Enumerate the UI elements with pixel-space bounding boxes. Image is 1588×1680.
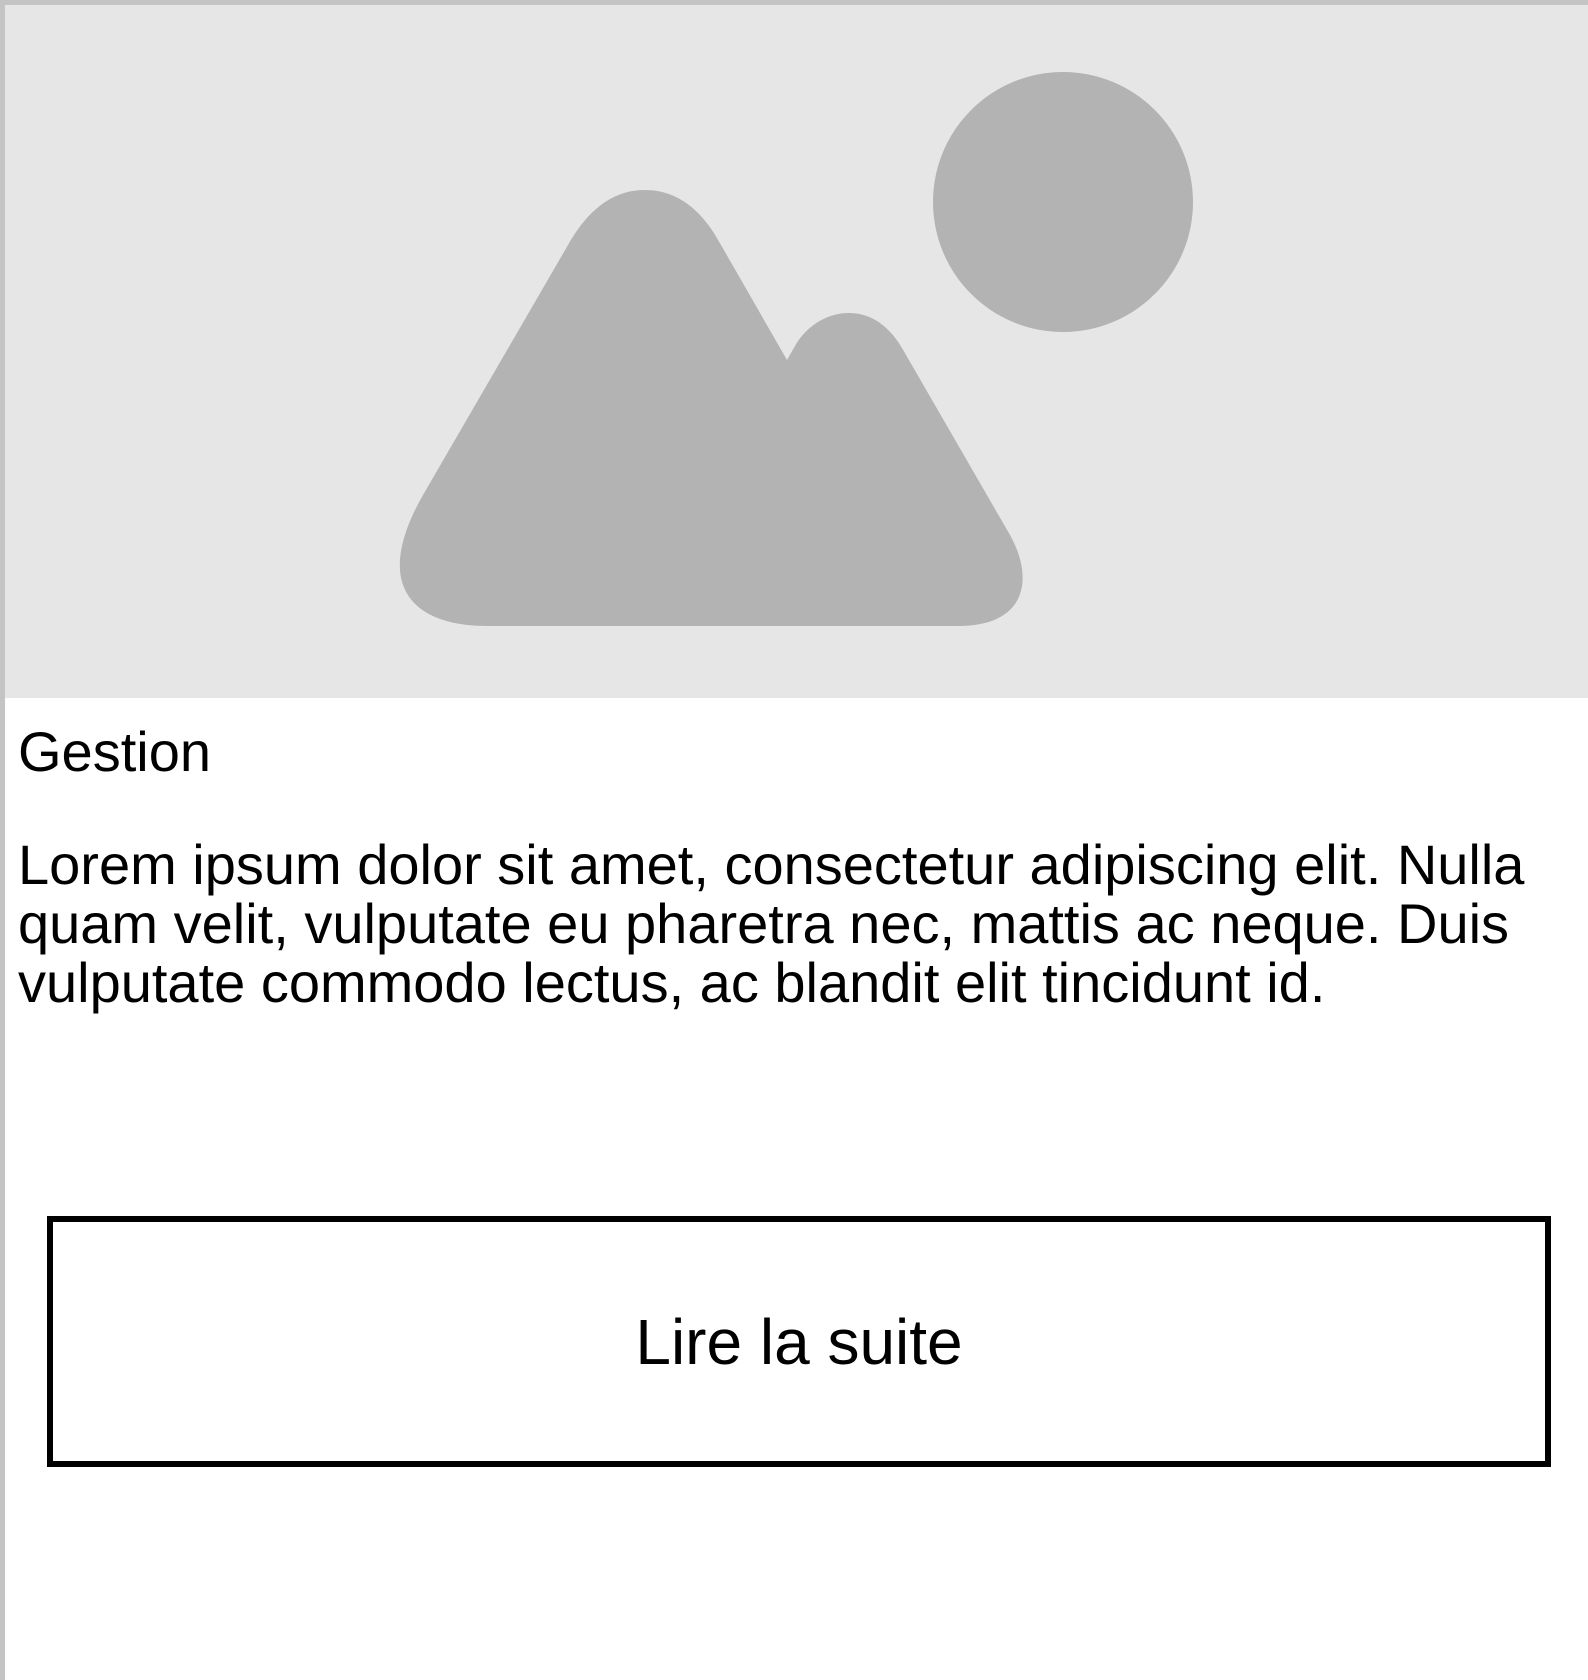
card-description: Lorem ipsum dolor sit amet, consectetur …	[18, 833, 1525, 1014]
card-title: Gestion	[18, 720, 211, 783]
card: Gestion Lorem ipsum dolor sit amet, cons…	[0, 0, 1588, 1680]
image-placeholder-icon	[399, 72, 1193, 626]
read-more-button[interactable]: Lire la suite	[47, 1216, 1551, 1467]
card-image	[5, 5, 1588, 698]
